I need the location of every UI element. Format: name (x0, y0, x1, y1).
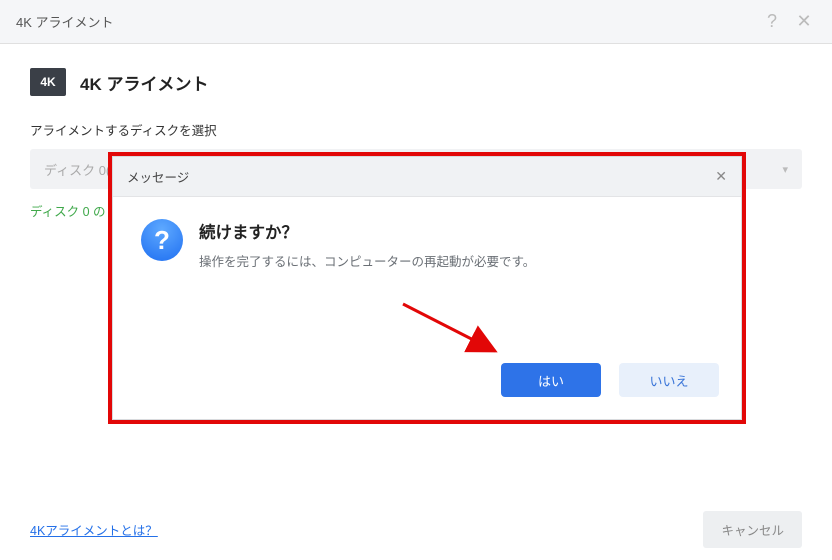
title-row: 4K 4K アライメント (30, 68, 802, 96)
dialog-close-icon[interactable]: ✕ (715, 168, 727, 185)
page-title: 4K アライメント (80, 70, 208, 95)
dialog-heading: 続けますか？ (199, 219, 535, 243)
dialog-title-bar: メッセージ (127, 167, 189, 186)
app-window: 4K アライメント ? ✕ 4K 4K アライメント アライメントするディスクを… (0, 0, 832, 560)
chevron-down-icon: ▾ (782, 163, 788, 176)
window-title: 4K アライメント (16, 12, 114, 31)
select-disk-label: アライメントするディスクを選択 (30, 120, 802, 139)
close-icon[interactable]: ✕ (792, 10, 816, 34)
window-header: 4K アライメント ? ✕ (0, 0, 832, 44)
dialog-buttons: はい いいえ (501, 363, 719, 397)
help-icon[interactable]: ? (760, 10, 784, 34)
dialog-header: メッセージ ✕ (113, 157, 741, 197)
yes-button[interactable]: はい (501, 363, 601, 397)
disk-select-value: ディスク 0( (44, 160, 110, 179)
cancel-button[interactable]: キャンセル (703, 511, 802, 548)
question-icon: ? (141, 219, 183, 261)
dialog-body: ? 続けますか？ 操作を完了するには、コンピューターの再起動が必要です。 (113, 197, 741, 270)
window-footer: 4Kアライメントとは？ キャンセル (0, 498, 832, 560)
dialog-message: 操作を完了するには、コンピューターの再起動が必要です。 (199, 251, 535, 270)
no-button[interactable]: いいえ (619, 363, 719, 397)
message-dialog: メッセージ ✕ ? 続けますか？ 操作を完了するには、コンピューターの再起動が必… (112, 156, 742, 420)
help-link[interactable]: 4Kアライメントとは？ (30, 520, 158, 539)
4k-badge-icon: 4K (30, 68, 66, 96)
